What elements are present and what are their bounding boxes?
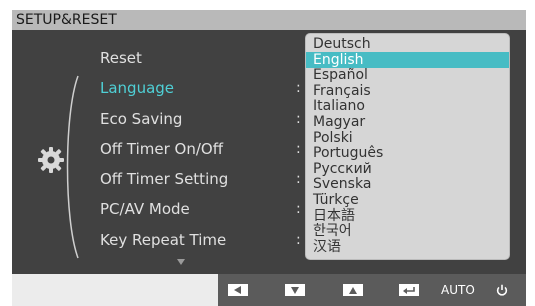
gear-icon (38, 147, 64, 173)
language-option[interactable]: English (306, 51, 509, 68)
value-separator: : (296, 141, 301, 157)
menu-title: SETUP&RESET (12, 10, 526, 30)
menu-item-off-timer-on-off[interactable]: Off Timer On/Off (100, 138, 300, 160)
enter-icon[interactable] (399, 283, 419, 297)
menu-item-eco-saving[interactable]: Eco Saving (100, 108, 300, 130)
language-dropdown[interactable]: Deutsch English Español Français Italiano Mag… (305, 33, 510, 260)
language-option[interactable]: Magyar (306, 114, 509, 130)
more-down-icon (177, 259, 185, 265)
button-guide (218, 274, 526, 306)
menu-item-pc-av-mode[interactable]: PC/AV Mode (100, 198, 300, 220)
osd-menu: SETUP&RESET Reset Language: Eco Saving: Off… (0, 0, 535, 306)
auto-button[interactable]: AUTO (441, 281, 477, 299)
menu-item-off-timer-setting[interactable]: Off Timer Setting (100, 168, 300, 190)
value-separator: : (296, 201, 301, 217)
language-option[interactable]: Español (306, 67, 509, 83)
language-option[interactable]: Português (306, 145, 509, 161)
language-option[interactable]: 한국어 (306, 223, 509, 239)
language-option[interactable]: Русский (306, 161, 509, 177)
value-separator: : (296, 171, 301, 187)
menu-item-reset[interactable]: Reset (100, 47, 300, 69)
language-option[interactable]: 汉语 (306, 239, 509, 255)
language-option[interactable]: Italiano (306, 98, 509, 114)
value-separator: : (296, 111, 301, 127)
value-separator: : (296, 80, 301, 96)
menu-item-language[interactable]: Language (100, 77, 300, 99)
power-icon[interactable] (494, 283, 510, 297)
up-arrow-icon[interactable] (343, 283, 363, 297)
language-option[interactable]: Svenska (306, 176, 509, 192)
down-arrow-icon[interactable] (285, 283, 305, 297)
menu-item-key-repeat-time[interactable]: Key Repeat Time (100, 229, 300, 251)
language-option[interactable]: Deutsch (306, 36, 509, 52)
language-option[interactable]: Türkçe (306, 192, 509, 208)
language-option[interactable]: Polski (306, 130, 509, 146)
left-arrow-icon[interactable] (228, 283, 248, 297)
value-separator: : (296, 232, 301, 248)
language-option[interactable]: 日本語 (306, 208, 509, 224)
language-option[interactable]: Français (306, 83, 509, 99)
